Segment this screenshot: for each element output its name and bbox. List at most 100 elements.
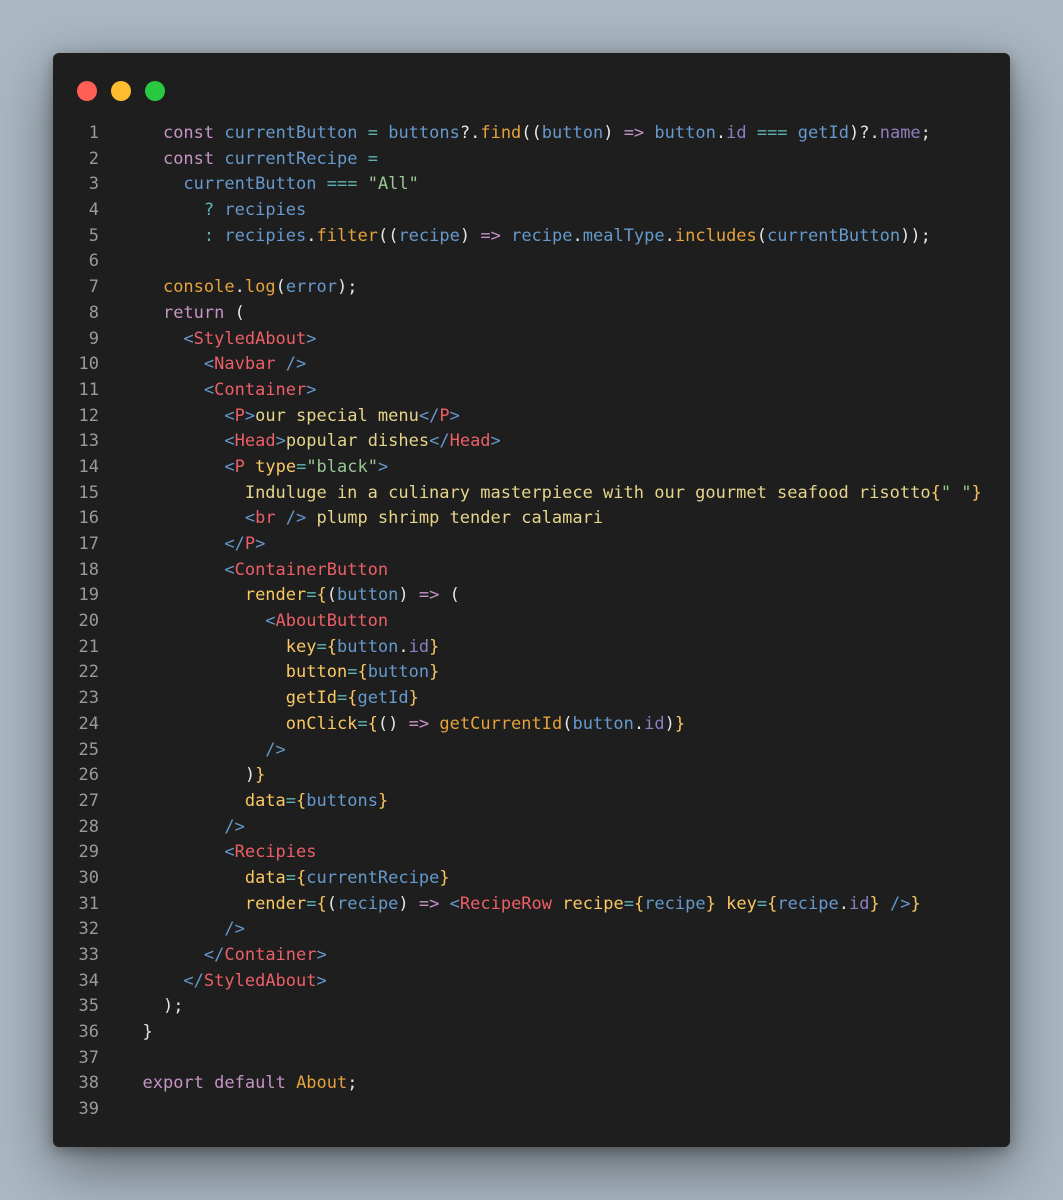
code-token: ) [664, 713, 675, 734]
window-controls [77, 81, 165, 101]
code-token: < [244, 508, 256, 529]
line-text: </StyledAbout> [122, 969, 326, 995]
code-token: type [255, 456, 297, 477]
code-token: /> [275, 354, 307, 375]
code-token: currentRecipe [224, 148, 358, 169]
code-token: render [244, 585, 307, 606]
code-token: recipies [224, 225, 307, 246]
code-token: key [726, 893, 757, 914]
code-token: < [224, 842, 235, 863]
line-number: 30 [78, 867, 99, 888]
code-line: 20 <AboutButton [53, 609, 1010, 635]
code-line: 27 data={buttons} [53, 789, 1010, 815]
line-text: <AboutButton [122, 609, 388, 635]
code-token: => [623, 123, 645, 143]
code-token: > [490, 431, 501, 452]
code-line: 34 </StyledAbout> [53, 969, 1010, 995]
code-token: = [306, 893, 317, 914]
code-token: > [449, 405, 460, 426]
code-line: 21 key={button.id} [53, 635, 1010, 661]
line-text: <Navbar /> [122, 352, 306, 378]
code-token: > [255, 534, 266, 554]
code-line: 15 Induluge in a culinary masterpiece wi… [53, 481, 1010, 507]
code-token: key [285, 636, 317, 657]
code-line: 12 <P>our special menu</P> [53, 404, 1010, 430]
code-line: 32 /> [53, 917, 1010, 943]
code-line: 2 const currentRecipe = [53, 147, 1010, 173]
code-token: currentButton [224, 123, 358, 143]
code-token: recipe [644, 893, 706, 914]
line-number: 2 [88, 148, 99, 169]
minimize-button[interactable] [111, 81, 131, 101]
code-line: 38 export default About; [53, 1071, 1010, 1097]
line-number: 38 [78, 1073, 99, 1094]
code-token: { [930, 482, 941, 503]
code-token: ?. [459, 123, 481, 143]
code-token: } [429, 662, 440, 683]
code-token: button [541, 123, 604, 143]
code-token: getId [357, 688, 409, 709]
code-token: /> [265, 739, 286, 760]
code-line: 17 </P> [53, 532, 1010, 558]
line-text: render={(button) => ( [122, 583, 460, 609]
code-token: = [306, 585, 317, 606]
code-token: { [326, 636, 337, 657]
zoom-button[interactable] [145, 81, 165, 101]
code-token: default [214, 1073, 286, 1094]
code-token: < [224, 456, 235, 477]
code-token: = [367, 123, 378, 143]
line-number: 9 [88, 328, 99, 349]
code-token: } [439, 867, 450, 888]
line-text: render={(recipe) => <RecipeRow recipe={r… [122, 892, 921, 918]
line-number: 32 [78, 919, 99, 940]
code-token: ) [848, 123, 860, 143]
code-token: > [306, 379, 317, 400]
code-line: 39 [53, 1097, 1010, 1123]
code-line: 28 /> [53, 815, 1010, 841]
code-line: 5 : recipies.filter((recipe) => recipe.m… [53, 224, 1010, 250]
line-number: 15 [78, 482, 99, 503]
code-token: => [480, 225, 501, 246]
code-token: . [306, 225, 317, 246]
close-button[interactable] [77, 81, 97, 101]
code-token: id [644, 713, 665, 734]
code-token: data [244, 867, 286, 888]
code-token: " " [940, 482, 972, 503]
code-token: < [183, 328, 194, 349]
line-text: <ContainerButton [122, 558, 388, 584]
code-token: ); [337, 277, 358, 298]
code-token: RecipeRow [459, 893, 553, 914]
code-token: . [572, 225, 583, 246]
code-token: /> [275, 508, 307, 529]
code-token: } [869, 893, 880, 914]
code-line: 36 } [53, 1020, 1010, 1046]
code-token: < [224, 405, 235, 426]
code-line: 9 <StyledAbout> [53, 327, 1010, 353]
code-token: } [674, 713, 686, 734]
code-token: /> [224, 816, 245, 837]
line-text: <Recipies [122, 840, 317, 866]
code-token: ( [439, 585, 460, 606]
line-number: 28 [78, 816, 99, 837]
code-line: 24 onClick={() => getCurrentId(button.id… [53, 712, 1010, 738]
code-token: = [357, 713, 368, 734]
code-token: (( [377, 225, 399, 246]
code-token: getCurrentId [439, 713, 563, 734]
code-token: recipe [777, 893, 839, 914]
code-token: Recipies [234, 842, 317, 863]
line-number: 39 [78, 1099, 99, 1120]
code-line: 6 [53, 249, 1010, 275]
code-line: 14 <P type="black"> [53, 455, 1010, 481]
line-text: console.log(error); [122, 275, 358, 301]
line-number: 37 [78, 1047, 99, 1068]
